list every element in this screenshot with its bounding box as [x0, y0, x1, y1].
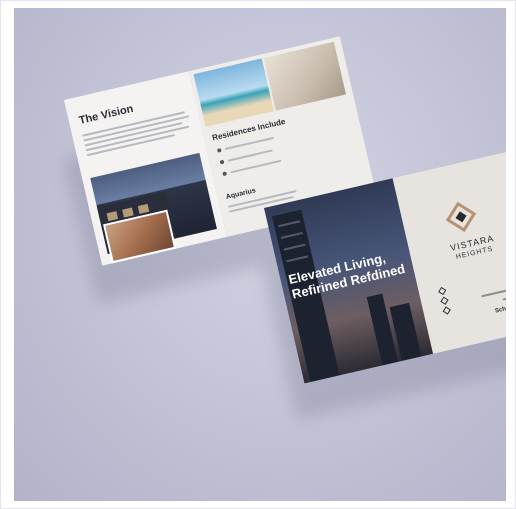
list-text-line [230, 159, 282, 174]
family-beach-photo [193, 58, 274, 127]
bullet-icon [216, 147, 222, 153]
diamond-icon [442, 306, 451, 315]
list-text-line [227, 149, 273, 162]
contact-text-line [481, 286, 506, 298]
section-title: Aquarius [225, 187, 257, 201]
list-text-line [224, 136, 275, 150]
bullet-icon [219, 159, 225, 165]
diamond-icon [438, 286, 447, 296]
bullet-icon [222, 171, 228, 177]
diamond-icon [440, 296, 449, 305]
contact-text-line [502, 294, 506, 301]
interior-photo [263, 41, 346, 111]
brand-logo-icon [445, 201, 477, 233]
vision-title: The Vision [77, 102, 135, 127]
photo-backdrop: The Vision Residences Include Aquarius E… [14, 8, 506, 501]
schedule-visit-text: Schedule a Visit [494, 298, 506, 315]
